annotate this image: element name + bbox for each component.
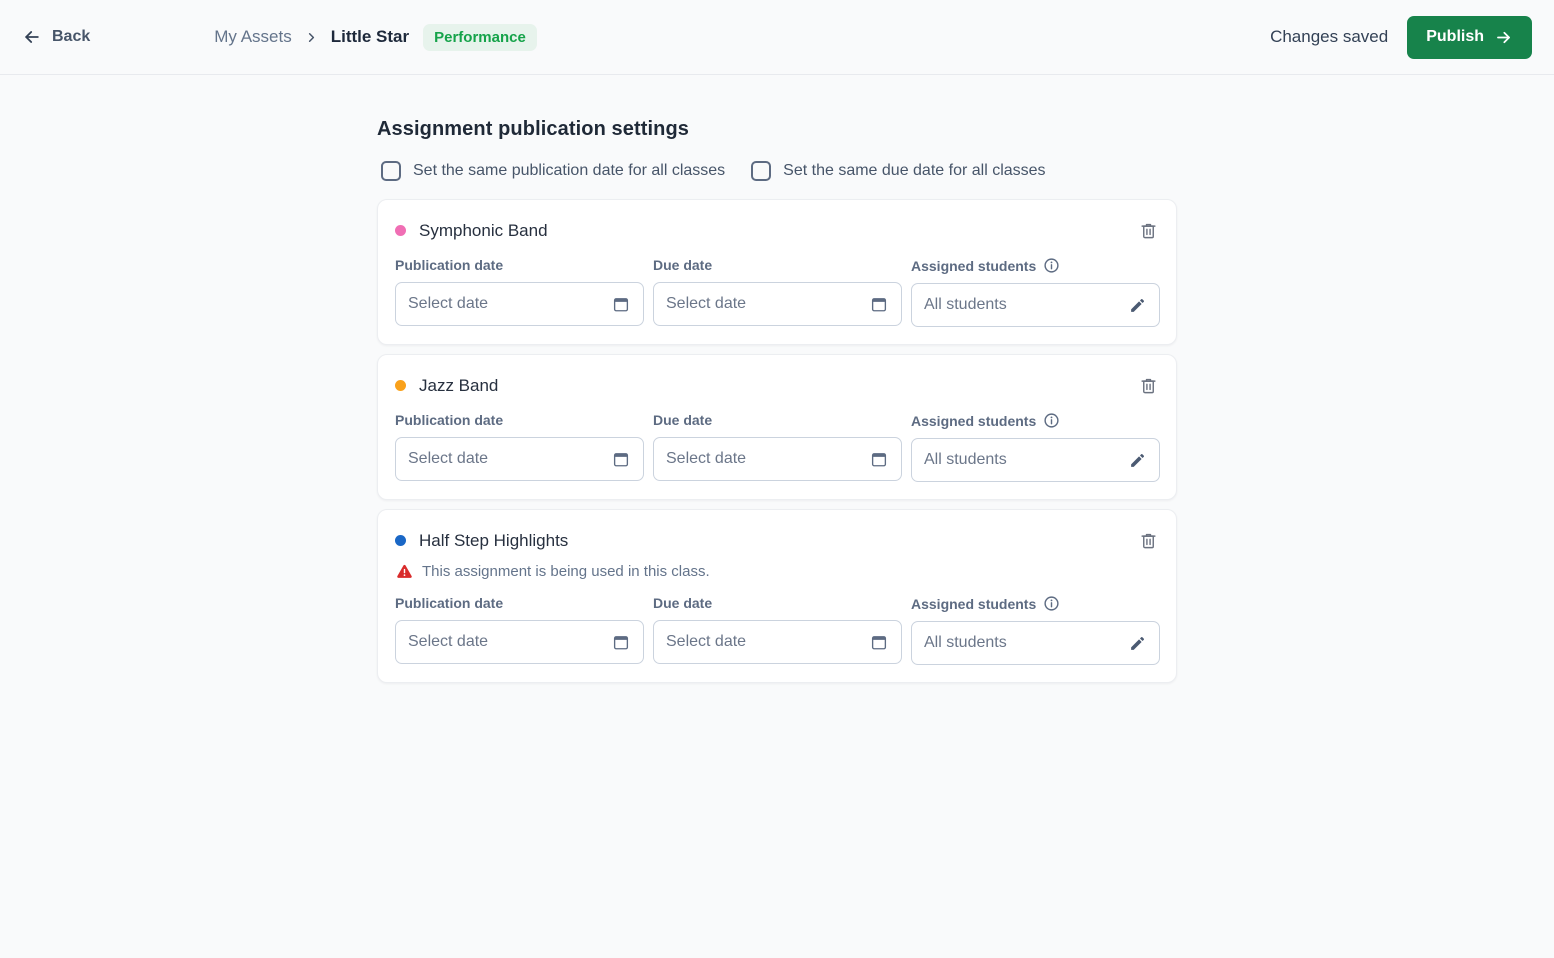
warning-triangle-icon xyxy=(396,563,413,580)
assigned-students-label: Assigned students xyxy=(911,257,1160,274)
chevron-right-icon xyxy=(304,30,319,45)
info-icon xyxy=(1044,258,1059,273)
calendar-icon xyxy=(613,636,629,650)
same-due-date-checkbox[interactable]: Set the same due date for all classes xyxy=(751,161,1046,181)
due-date-label: Due date xyxy=(653,257,713,273)
publication-date-input[interactable]: Select date xyxy=(395,282,644,326)
checkbox-icon xyxy=(381,161,401,181)
delete-class-button[interactable] xyxy=(1137,219,1160,242)
info-icon xyxy=(1044,413,1059,428)
class-name: Symphonic Band xyxy=(419,220,548,240)
edit-pencil-icon xyxy=(1131,636,1144,650)
assigned-students-input[interactable]: All students xyxy=(911,621,1160,665)
assigned-students-label: Assigned students xyxy=(911,595,1160,612)
back-label: Back xyxy=(52,28,91,45)
trash-icon xyxy=(1141,223,1156,239)
trash-icon xyxy=(1141,533,1156,549)
class-card: Jazz Band Publication date Select date D… xyxy=(377,354,1177,500)
publish-button[interactable]: Publish xyxy=(1407,15,1532,59)
publication-date-label: Publication date xyxy=(395,595,504,611)
class-color-dot xyxy=(395,535,406,546)
warning-text: This assignment is being used in this cl… xyxy=(422,563,710,580)
breadcrumb: My Assets Little Star Performance xyxy=(214,23,537,51)
class-card: Symphonic Band Publication date Select d… xyxy=(377,199,1177,345)
class-color-dot xyxy=(395,380,406,391)
edit-pencil-icon xyxy=(1131,453,1144,467)
class-warning: This assignment is being used in this cl… xyxy=(396,563,1160,580)
breadcrumb-current: Little Star xyxy=(330,27,410,46)
page-title: Assignment publication settings xyxy=(377,118,690,140)
class-card: Half Step Highlights This assignment is … xyxy=(377,509,1177,683)
calendar-icon xyxy=(871,636,887,650)
class-color-dot xyxy=(395,225,406,236)
back-arrow-icon xyxy=(22,27,42,47)
due-date-label: Due date xyxy=(653,412,713,428)
due-date-label: Due date xyxy=(653,595,713,611)
due-date-input[interactable]: Select date xyxy=(653,437,902,481)
arrow-right-icon xyxy=(1494,28,1513,47)
main-content: Assignment publication settings Set the … xyxy=(377,75,1177,683)
due-date-input[interactable]: Select date xyxy=(653,620,902,664)
same-publication-date-checkbox[interactable]: Set the same publication date for all cl… xyxy=(381,161,725,181)
back-button[interactable]: Back xyxy=(22,27,90,47)
assigned-students-label: Assigned students xyxy=(911,412,1160,429)
edit-pencil-icon xyxy=(1131,298,1144,312)
publication-date-input[interactable]: Select date xyxy=(395,620,644,664)
calendar-icon xyxy=(613,298,629,312)
changes-saved-status: Changes saved xyxy=(1270,27,1389,46)
checkbox-label: Set the same publication date for all cl… xyxy=(413,162,726,179)
calendar-icon xyxy=(871,298,887,312)
due-date-input[interactable]: Select date xyxy=(653,282,902,326)
calendar-icon xyxy=(613,453,629,467)
breadcrumb-parent[interactable]: My Assets xyxy=(214,27,291,47)
publication-date-label: Publication date xyxy=(395,412,504,428)
calendar-icon xyxy=(871,453,887,467)
assigned-students-input[interactable]: All students xyxy=(911,438,1160,482)
info-icon xyxy=(1044,596,1059,611)
assigned-students-input[interactable]: All students xyxy=(911,283,1160,327)
delete-class-button[interactable] xyxy=(1137,374,1160,397)
performance-badge: Performance xyxy=(423,23,537,51)
checkbox-label: Set the same due date for all classes xyxy=(783,162,1046,179)
publication-date-label: Publication date xyxy=(395,257,504,273)
class-name: Jazz Band xyxy=(419,375,499,395)
publication-date-input[interactable]: Select date xyxy=(395,437,644,481)
top-bar: Back My Assets Little Star Performance C… xyxy=(0,0,1554,75)
delete-class-button[interactable] xyxy=(1137,529,1160,552)
class-name: Half Step Highlights xyxy=(419,530,569,550)
trash-icon xyxy=(1141,378,1156,394)
checkbox-icon xyxy=(751,161,772,181)
publish-label: Publish xyxy=(1426,28,1484,45)
checkbox-row: Set the same publication date for all cl… xyxy=(381,161,1177,181)
